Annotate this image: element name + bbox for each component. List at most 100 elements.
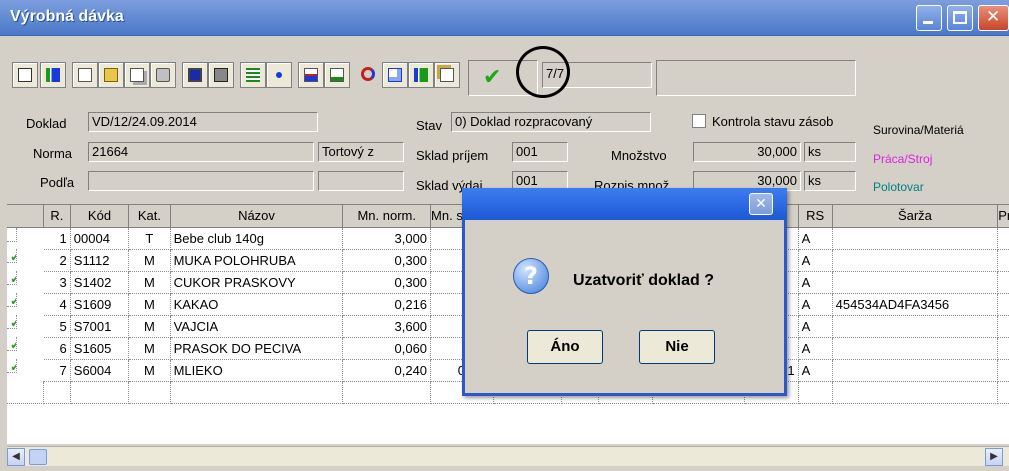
column-header-nazov[interactable]: Názov	[170, 205, 344, 228]
maximize-button[interactable]	[947, 5, 973, 31]
open-folder-icon[interactable]	[98, 62, 124, 88]
cell-rs[interactable]: A	[798, 227, 833, 250]
document-red-icon[interactable]	[298, 62, 324, 88]
cell-check[interactable]	[7, 227, 17, 242]
cell-mn-norm[interactable]: 0,240	[342, 359, 432, 382]
cell-nazov[interactable]: MLIEKO	[170, 359, 344, 382]
stav-field[interactable]: 0) Doklad rozpracovaný	[451, 112, 651, 132]
dialog-close-icon[interactable]: ✕	[749, 193, 773, 215]
mnozstvo-field[interactable]: 30,000	[693, 142, 801, 162]
cell-sarza[interactable]	[832, 337, 999, 360]
cell-nazov[interactable]: Bebe club 140g	[170, 227, 344, 250]
cell-kod[interactable]: S7001	[70, 315, 130, 338]
cell-kat[interactable]: M	[128, 315, 171, 338]
cell-kat[interactable]: T	[128, 227, 171, 250]
cell-mn-norm[interactable]: 3,000	[342, 227, 432, 250]
podla-name-field[interactable]	[318, 171, 404, 191]
cell-sarza[interactable]	[832, 359, 999, 382]
cell-r[interactable]: 7	[43, 359, 71, 382]
scroll-right-icon[interactable]: ▶	[985, 448, 1003, 466]
confirm-check-icon[interactable]: ✔	[483, 65, 501, 90]
scroll-thumb[interactable]	[29, 449, 47, 465]
cell-empty[interactable]	[832, 381, 999, 404]
cell-rs[interactable]: A	[798, 315, 833, 338]
cell-rs[interactable]: A	[798, 359, 833, 382]
cell-r[interactable]: 4	[43, 293, 71, 316]
cell-check[interactable]: ✓	[7, 359, 17, 373]
cell-pra[interactable]	[997, 271, 1009, 294]
cell-empty[interactable]	[170, 381, 344, 404]
chart-bars-icon[interactable]	[408, 62, 434, 88]
cell-mn-norm[interactable]: 0,060	[342, 337, 432, 360]
podla-field[interactable]	[88, 171, 314, 191]
cell-sarza[interactable]	[832, 315, 999, 338]
cell-r[interactable]: 1	[43, 227, 71, 250]
dot-icon[interactable]	[266, 62, 292, 88]
printer-icon[interactable]	[208, 62, 234, 88]
cell-mn-norm[interactable]: 0,216	[342, 293, 432, 316]
recycle-bin-icon[interactable]	[150, 62, 176, 88]
cell-kod[interactable]: S1402	[70, 271, 130, 294]
blank-page-icon[interactable]	[72, 62, 98, 88]
column-header-rs[interactable]: RS	[798, 205, 833, 228]
cell-nazov[interactable]: VAJCIA	[170, 315, 344, 338]
copy-documents-icon[interactable]	[434, 62, 460, 88]
copy-icon[interactable]	[124, 62, 150, 88]
cell-rs[interactable]: A	[798, 249, 833, 272]
cell-mn-norm[interactable]: 0,300	[342, 249, 432, 272]
cell-rs[interactable]: A	[798, 271, 833, 294]
cell-sarza[interactable]	[832, 227, 999, 250]
cell-rs[interactable]: A	[798, 337, 833, 360]
cell-kat[interactable]: M	[128, 337, 171, 360]
column-header-sarza[interactable]: Šarža	[832, 205, 999, 228]
cell-nazov[interactable]: KAKAO	[170, 293, 344, 316]
cell-pra[interactable]	[997, 293, 1009, 316]
close-document-icon[interactable]	[382, 62, 408, 88]
close-button[interactable]: ✕	[978, 5, 1009, 31]
cell-pra[interactable]	[997, 337, 1009, 360]
cell-r[interactable]: 5	[43, 315, 71, 338]
yes-button[interactable]: Áno	[527, 330, 603, 364]
column-header-r[interactable]: R.	[43, 205, 71, 228]
cell-r[interactable]: 2	[43, 249, 71, 272]
no-button[interactable]: Nie	[639, 330, 715, 364]
cell-check[interactable]: ✓	[7, 315, 17, 329]
chart-icon[interactable]	[40, 62, 66, 88]
cell-empty[interactable]	[798, 381, 833, 404]
cell-empty[interactable]	[70, 381, 130, 404]
cell-nazov[interactable]: CUKOR PRASKOVY	[170, 271, 344, 294]
cell-kat[interactable]: M	[128, 293, 171, 316]
column-header-pra[interactable]: Pra	[997, 205, 1009, 228]
table-icon[interactable]	[240, 62, 266, 88]
document-list-icon[interactable]	[324, 62, 350, 88]
cell-check[interactable]: ✓	[7, 271, 17, 285]
cell-kat[interactable]: M	[128, 249, 171, 272]
cell-nazov[interactable]: PRASOK DO PECIVA	[170, 337, 344, 360]
cell-check[interactable]: ✓	[7, 249, 17, 263]
column-header-kod[interactable]: Kód	[70, 205, 130, 228]
kontrola-checkbox[interactable]	[692, 114, 706, 128]
cell-mn-norm[interactable]: 0,300	[342, 271, 432, 294]
cell-kod[interactable]: S1112	[70, 249, 130, 272]
cell-pra[interactable]	[997, 315, 1009, 338]
norma-field[interactable]: 21664	[88, 142, 314, 162]
cell-sarza[interactable]: 454534AD4FA3456	[832, 293, 999, 316]
cell-nazov[interactable]: MUKA POLOHRUBA	[170, 249, 344, 272]
minimize-button[interactable]	[916, 5, 942, 31]
cell-check[interactable]: ✓	[7, 293, 17, 307]
cell-sarza[interactable]	[832, 271, 999, 294]
cell-r[interactable]: 3	[43, 271, 71, 294]
monitor-icon[interactable]	[182, 62, 208, 88]
cell-pra[interactable]	[997, 227, 1009, 250]
cell-kat[interactable]: M	[128, 359, 171, 382]
cell-mn-norm[interactable]: 3,600	[342, 315, 432, 338]
doklad-field[interactable]: VD/12/24.09.2014	[88, 112, 318, 132]
sklad-prijem-field[interactable]: 001	[512, 142, 568, 162]
new-document-icon[interactable]	[12, 62, 38, 88]
cell-rs[interactable]: A	[798, 293, 833, 316]
cell-empty[interactable]	[43, 381, 71, 404]
cell-kat[interactable]: M	[128, 271, 171, 294]
cell-sarza[interactable]	[832, 249, 999, 272]
cell-empty[interactable]	[342, 381, 432, 404]
cell-pra[interactable]	[997, 359, 1009, 382]
